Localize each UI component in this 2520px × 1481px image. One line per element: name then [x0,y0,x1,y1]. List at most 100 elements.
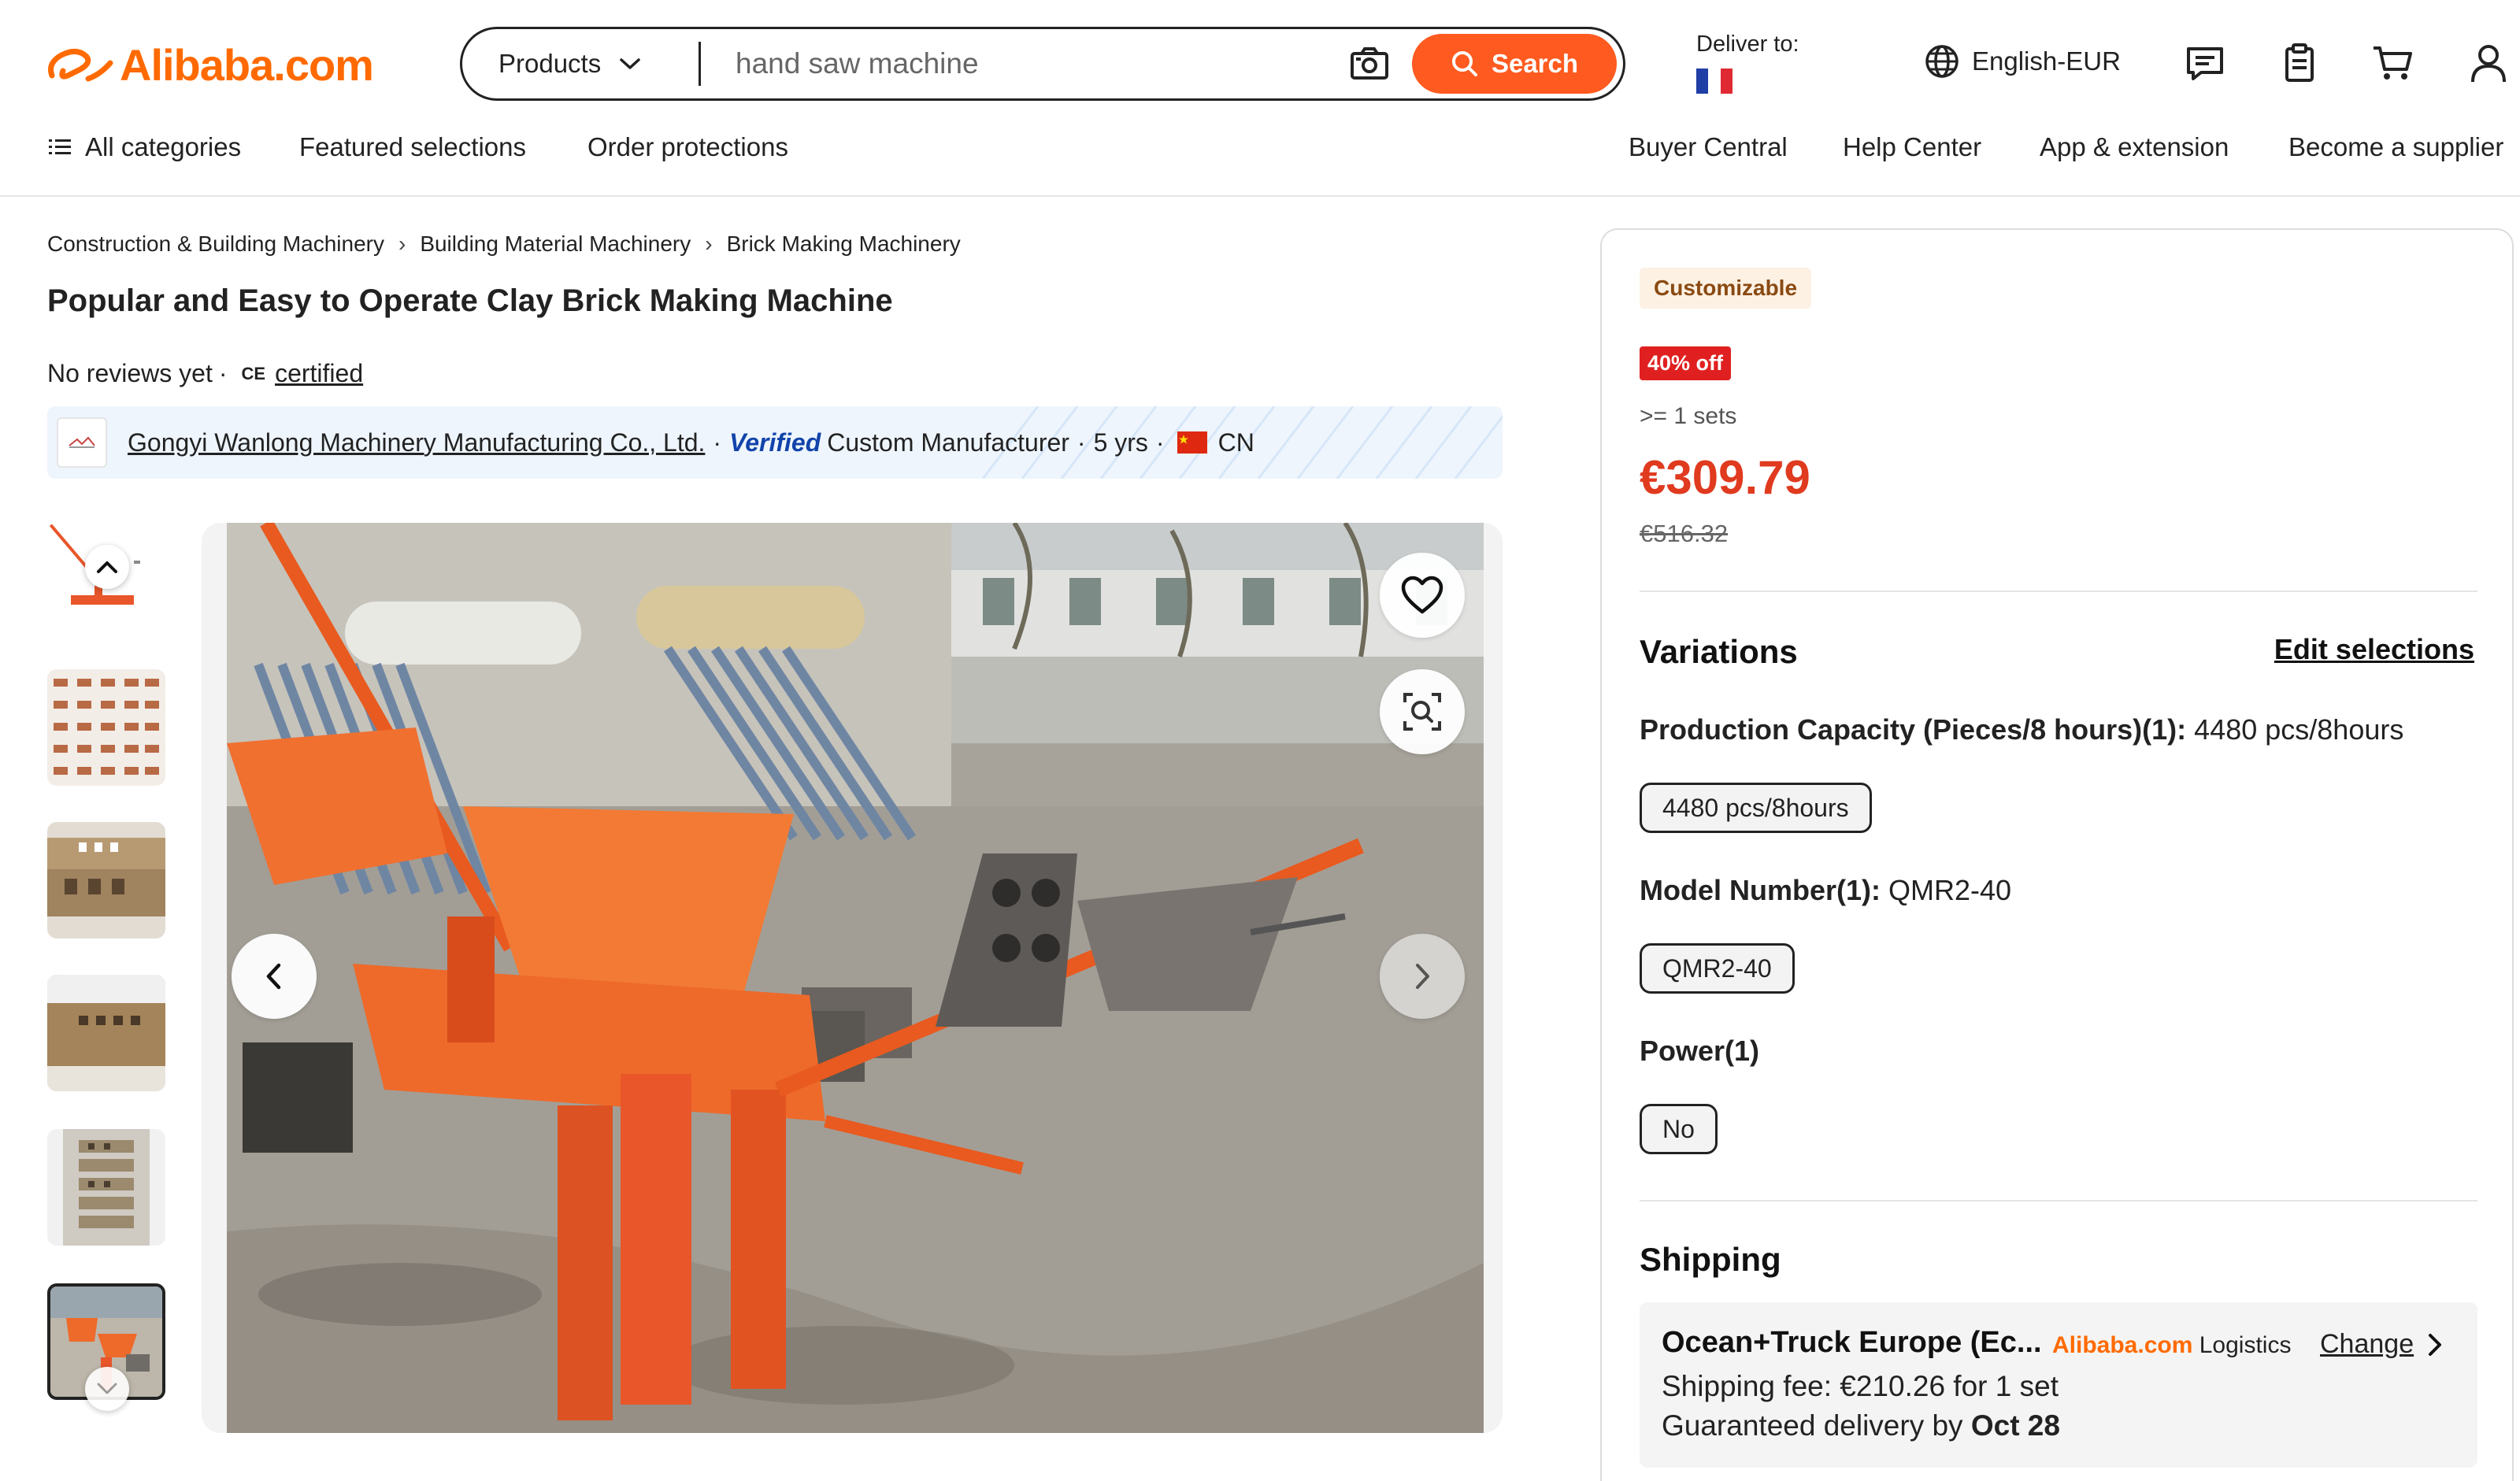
chevron-right-icon [1416,964,1429,989]
divider [1640,1200,2477,1201]
alibaba-logo[interactable]: Alibaba.com [46,35,374,94]
all-categories-link[interactable]: All categories [47,132,241,162]
thumbnail-2[interactable] [47,669,165,786]
language-label: English-EUR [1972,46,2121,76]
chevron-right-icon [2429,1333,2442,1356]
next-image-button[interactable] [1380,934,1465,1019]
featured-selections-link[interactable]: Featured selections [299,132,526,162]
ce-mark-icon: CE [241,363,266,383]
purchase-panel: Customizable 40% off >= 1 sets €309.79 €… [1600,228,2514,1481]
sub-navigation: All categories Featured selections Order… [0,132,2520,164]
message-icon[interactable] [2183,41,2227,85]
search-category-dropdown[interactable]: Products [462,49,699,79]
image-search-camera-icon[interactable] [1338,32,1401,95]
certified-link[interactable]: certified [275,359,363,388]
logo-text: Alibaba.com [120,39,374,90]
app-extension-link[interactable]: App & extension [2040,132,2229,162]
alibaba-logistics-logo: Alibaba.com Logistics [2052,1332,2291,1359]
deliver-to-selector[interactable]: Deliver to: [1696,31,1799,94]
chevron-down-icon [97,1383,117,1394]
min-order-quantity: >= 1 sets [1640,403,1737,429]
customizable-badge: Customizable [1640,268,1812,309]
supplier-country: CN [1217,428,1254,457]
separator: · [1077,428,1086,457]
edit-selections-link[interactable]: Edit selections [2274,633,2474,666]
add-to-favorites-button[interactable] [1380,553,1465,638]
thumbnail-gallery [47,523,165,1411]
shipping-fee: Shipping fee: €210.26 for 1 set [1662,1370,2059,1402]
separator: · [218,359,228,387]
globe-icon [1925,45,1959,78]
breadcrumb: Construction & Building Machinery › Buil… [47,231,961,257]
deliver-to-label: Deliver to: [1696,31,1799,57]
logistics-brand: Alibaba.com [2052,1332,2193,1358]
thumbnail-3[interactable] [47,822,165,939]
help-center-link[interactable]: Help Center [1843,132,1981,162]
power-attribute: Power(1) [1640,1035,1759,1068]
model-value: QMR2-40 [1888,874,2012,906]
capacity-value: 4480 pcs/8hours [2194,713,2404,746]
buyer-central-link[interactable]: Buyer Central [1629,132,1788,162]
chevron-left-icon [266,963,281,990]
current-price: €309.79 [1640,451,1810,504]
power-option-chip[interactable]: No [1640,1104,1718,1154]
alibaba-logo-mark-icon [48,49,113,82]
verified-badge[interactable]: Verified [729,428,821,457]
model-option-chip[interactable]: QMR2-40 [1640,943,1795,994]
search-button[interactable]: Search [1412,34,1617,94]
chevron-down-icon [620,58,640,69]
main-product-image[interactable] [202,523,1503,1433]
capacity-label: Production Capacity (Pieces/8 hours)(1): [1640,713,2187,746]
search-category-label: Products [498,49,602,78]
france-flag-icon [1696,68,1732,94]
breadcrumb-item[interactable]: Building Material Machinery [420,231,691,257]
supplier-type: Custom Manufacturer [827,428,1069,457]
thumbnail-5[interactable] [47,1129,165,1246]
divider [1640,591,2477,592]
breadcrumb-item[interactable]: Construction & Building Machinery [47,231,384,257]
shipping-method: Ocean+Truck Europe (Ec... [1662,1326,2042,1359]
become-supplier-link[interactable]: Become a supplier [2288,132,2503,162]
product-reviews-row: No reviews yet · CE certified [47,359,363,388]
cart-icon[interactable] [2370,41,2414,85]
guaranteed-delivery: Guaranteed delivery by Oct 28 [1662,1409,2060,1442]
change-label: Change [2320,1329,2414,1359]
thumbnail-scroll-down-button[interactable] [85,1367,129,1411]
delivery-prefix: Guaranteed delivery by [1662,1409,1963,1442]
change-shipping-link[interactable]: Change [2320,1329,2444,1360]
product-photo [227,523,1484,1433]
account-icon[interactable] [2466,41,2511,85]
variations-title: Variations [1640,633,1798,670]
breadcrumb-item[interactable]: Brick Making Machinery [727,231,961,257]
shipping-title: Shipping [1640,1241,1781,1278]
language-currency-selector[interactable]: English-EUR [1925,44,2121,79]
china-flag-icon [1177,431,1207,454]
search-button-label: Search [1491,49,1579,78]
search-icon [1451,51,1477,76]
delivery-date: Oct 28 [1970,1409,2060,1442]
menu-list-icon [49,139,71,154]
previous-image-button[interactable] [232,934,317,1019]
supplier-name-link[interactable]: Gongyi Wanlong Machinery Manufacturing C… [128,428,705,457]
thumbnail-4[interactable] [47,975,165,1091]
separator: · [713,428,722,457]
model-attribute: Model Number(1): QMR2-40 [1640,874,2011,907]
thumbnail-scroll-up-button[interactable] [85,545,129,589]
all-categories-label: All categories [85,132,242,161]
separator: · [1155,428,1165,457]
logistics-word: Logistics [2199,1332,2292,1358]
orders-icon[interactable] [2277,41,2322,85]
capacity-option-chip[interactable]: 4480 pcs/8hours [1640,783,1872,833]
top-header: Alibaba.com Products Search Deliver to: … [0,0,2520,197]
supplier-years: 5 yrs [1093,428,1148,457]
visual-search-button[interactable] [1380,669,1465,754]
power-label: Power(1) [1640,1035,1760,1067]
search-input[interactable] [701,47,1338,80]
shipping-option-box: Ocean+Truck Europe (Ec... Alibaba.com Lo… [1640,1302,2477,1468]
model-label: Model Number(1): [1640,874,1881,906]
image-search-icon [1403,693,1441,731]
discount-badge: 40% off [1640,346,1732,380]
supplier-logo[interactable] [57,417,107,468]
chevron-right-icon: › [705,231,713,256]
order-protections-link[interactable]: Order protections [587,132,788,162]
